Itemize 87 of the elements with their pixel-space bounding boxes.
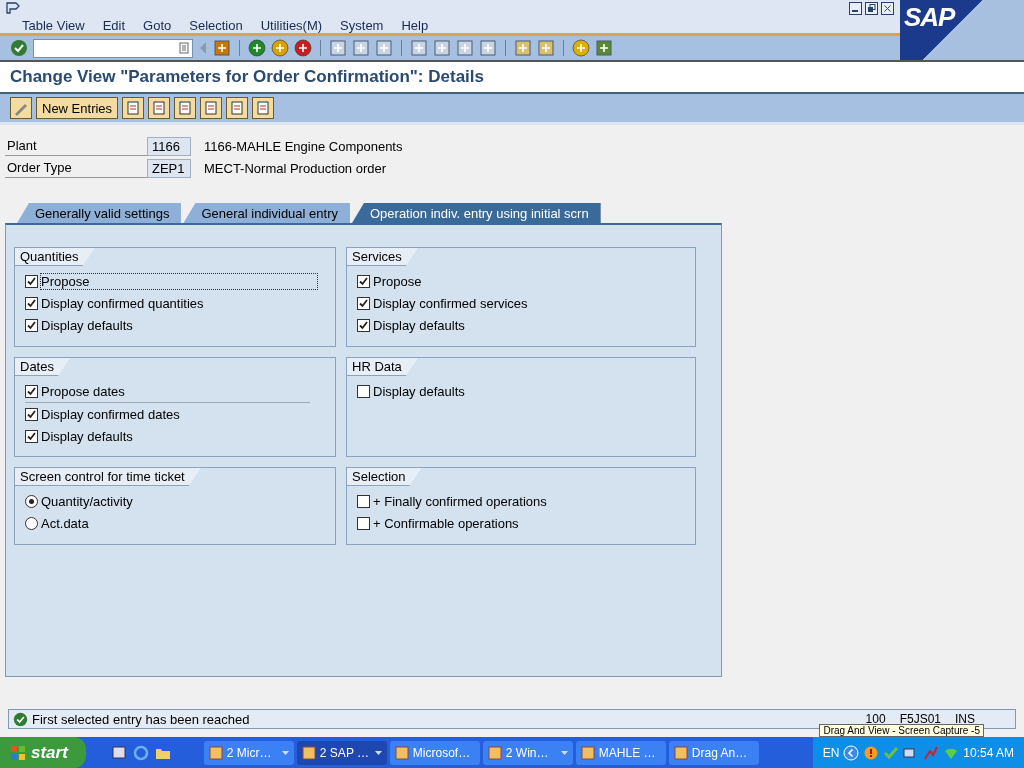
status-field: F5JS01 bbox=[899, 712, 941, 726]
close-button[interactable] bbox=[881, 2, 894, 15]
option-label: Display confirmed dates bbox=[41, 406, 180, 422]
desktop-icon[interactable] bbox=[110, 744, 127, 761]
group-title: HR Data bbox=[347, 358, 418, 376]
checkbox[interactable] bbox=[25, 296, 38, 310]
warning-icon[interactable] bbox=[863, 744, 880, 761]
taskbar-button[interactable]: 2 SAP … bbox=[296, 740, 387, 765]
app-icon bbox=[487, 745, 502, 760]
checkbox[interactable] bbox=[357, 516, 370, 530]
option-label: Propose bbox=[373, 273, 422, 289]
taskbar-button[interactable]: 2 Micr… bbox=[203, 740, 294, 765]
app-icon bbox=[673, 745, 688, 760]
taskbar-button[interactable]: Drag An… bbox=[668, 740, 759, 765]
chevron-icon[interactable] bbox=[843, 744, 860, 761]
option-label: Display defaults bbox=[373, 317, 465, 333]
radio-button[interactable] bbox=[25, 494, 38, 508]
group-title: Dates bbox=[15, 358, 70, 376]
tab[interactable]: Operation indiv. entry using initial scrn bbox=[352, 203, 601, 223]
group-title: Screen control for time ticket bbox=[15, 468, 201, 486]
checkbox[interactable] bbox=[25, 274, 38, 288]
checkbox[interactable] bbox=[357, 296, 370, 310]
checkbox[interactable] bbox=[357, 384, 370, 398]
option-label: + Finally confirmed operations bbox=[373, 493, 547, 509]
caret-icon[interactable] bbox=[281, 750, 289, 755]
checkbox[interactable] bbox=[357, 274, 370, 288]
option-label: Quantity/activity bbox=[41, 493, 133, 509]
system-menu-icon[interactable] bbox=[6, 2, 20, 14]
group-title: Services bbox=[347, 248, 418, 266]
status-field: 100 bbox=[865, 712, 886, 726]
field-value: ZEP1 bbox=[147, 158, 191, 178]
menu-item[interactable]: Edit bbox=[102, 18, 126, 33]
option-label: Act.data bbox=[41, 515, 89, 531]
command-field[interactable] bbox=[33, 38, 193, 58]
app-icon bbox=[394, 745, 409, 760]
checkbox[interactable] bbox=[25, 429, 38, 443]
group-title: Selection bbox=[347, 468, 422, 486]
option-label: + Confirmable operations bbox=[373, 515, 519, 531]
app-icon bbox=[301, 745, 316, 760]
minimize-button[interactable] bbox=[849, 2, 862, 15]
display-change-icon[interactable] bbox=[10, 97, 32, 119]
option-label: Display confirmed services bbox=[373, 295, 528, 311]
status-message: First selected entry has been reached bbox=[32, 711, 251, 727]
taskbar-button[interactable]: MAHLE … bbox=[575, 740, 666, 765]
group-title: Quantities bbox=[15, 248, 95, 266]
menu-item[interactable]: System bbox=[340, 18, 384, 33]
app-icon bbox=[580, 745, 595, 760]
option-label: Display defaults bbox=[41, 317, 133, 333]
app-icon bbox=[208, 745, 223, 760]
menu-item[interactable]: Selection bbox=[189, 18, 243, 33]
checkbox[interactable] bbox=[25, 384, 38, 398]
field-description: MECT-Normal Production order bbox=[204, 160, 387, 176]
caret-icon[interactable] bbox=[374, 750, 382, 755]
option-label: Display defaults bbox=[41, 428, 133, 444]
menu-item[interactable]: Table View bbox=[22, 18, 85, 33]
radio-button[interactable] bbox=[25, 516, 38, 530]
restore-button[interactable] bbox=[865, 2, 878, 15]
screen-title: Change View "Parameters for Order Confirmation": Details bbox=[10, 67, 484, 87]
checkbox[interactable] bbox=[25, 318, 38, 332]
tab[interactable]: General individual entry bbox=[183, 203, 350, 223]
status-field: INS bbox=[955, 712, 975, 726]
success-icon bbox=[13, 711, 28, 727]
taskbar-button[interactable]: 2 Win… bbox=[482, 740, 573, 765]
taskbar-button[interactable]: Microsof… bbox=[389, 740, 480, 765]
check-icon[interactable] bbox=[883, 744, 900, 761]
enter-icon[interactable] bbox=[10, 39, 28, 57]
checkbox[interactable] bbox=[25, 407, 38, 421]
menu-item[interactable]: Goto bbox=[143, 18, 172, 33]
menu-item[interactable]: Help bbox=[401, 18, 429, 33]
field-description: 1166-MAHLE Engine Components bbox=[204, 138, 403, 154]
start-button[interactable]: start bbox=[0, 737, 86, 768]
menu-item[interactable]: Utilities(M) bbox=[260, 18, 323, 33]
list-icon[interactable] bbox=[179, 42, 189, 54]
option-label: Propose bbox=[41, 273, 317, 289]
new-entries-button[interactable]: New Entries bbox=[36, 97, 119, 119]
checkbox[interactable] bbox=[357, 318, 370, 332]
sap-logo: SAP bbox=[900, 0, 1024, 60]
checkbox[interactable] bbox=[357, 494, 370, 508]
field-value: 1166 bbox=[147, 136, 191, 156]
option-label: Propose dates bbox=[41, 383, 125, 399]
option-label: Display confirmed quantities bbox=[41, 295, 204, 311]
browser-icon[interactable] bbox=[132, 744, 149, 761]
option-label: Display defaults bbox=[373, 383, 465, 399]
tooltip: Drag And View - Screen Capture -5 bbox=[819, 724, 984, 737]
windows-logo-icon bbox=[10, 744, 26, 761]
tab[interactable]: Generally valid settings bbox=[17, 203, 182, 223]
caret-icon[interactable] bbox=[560, 750, 568, 755]
